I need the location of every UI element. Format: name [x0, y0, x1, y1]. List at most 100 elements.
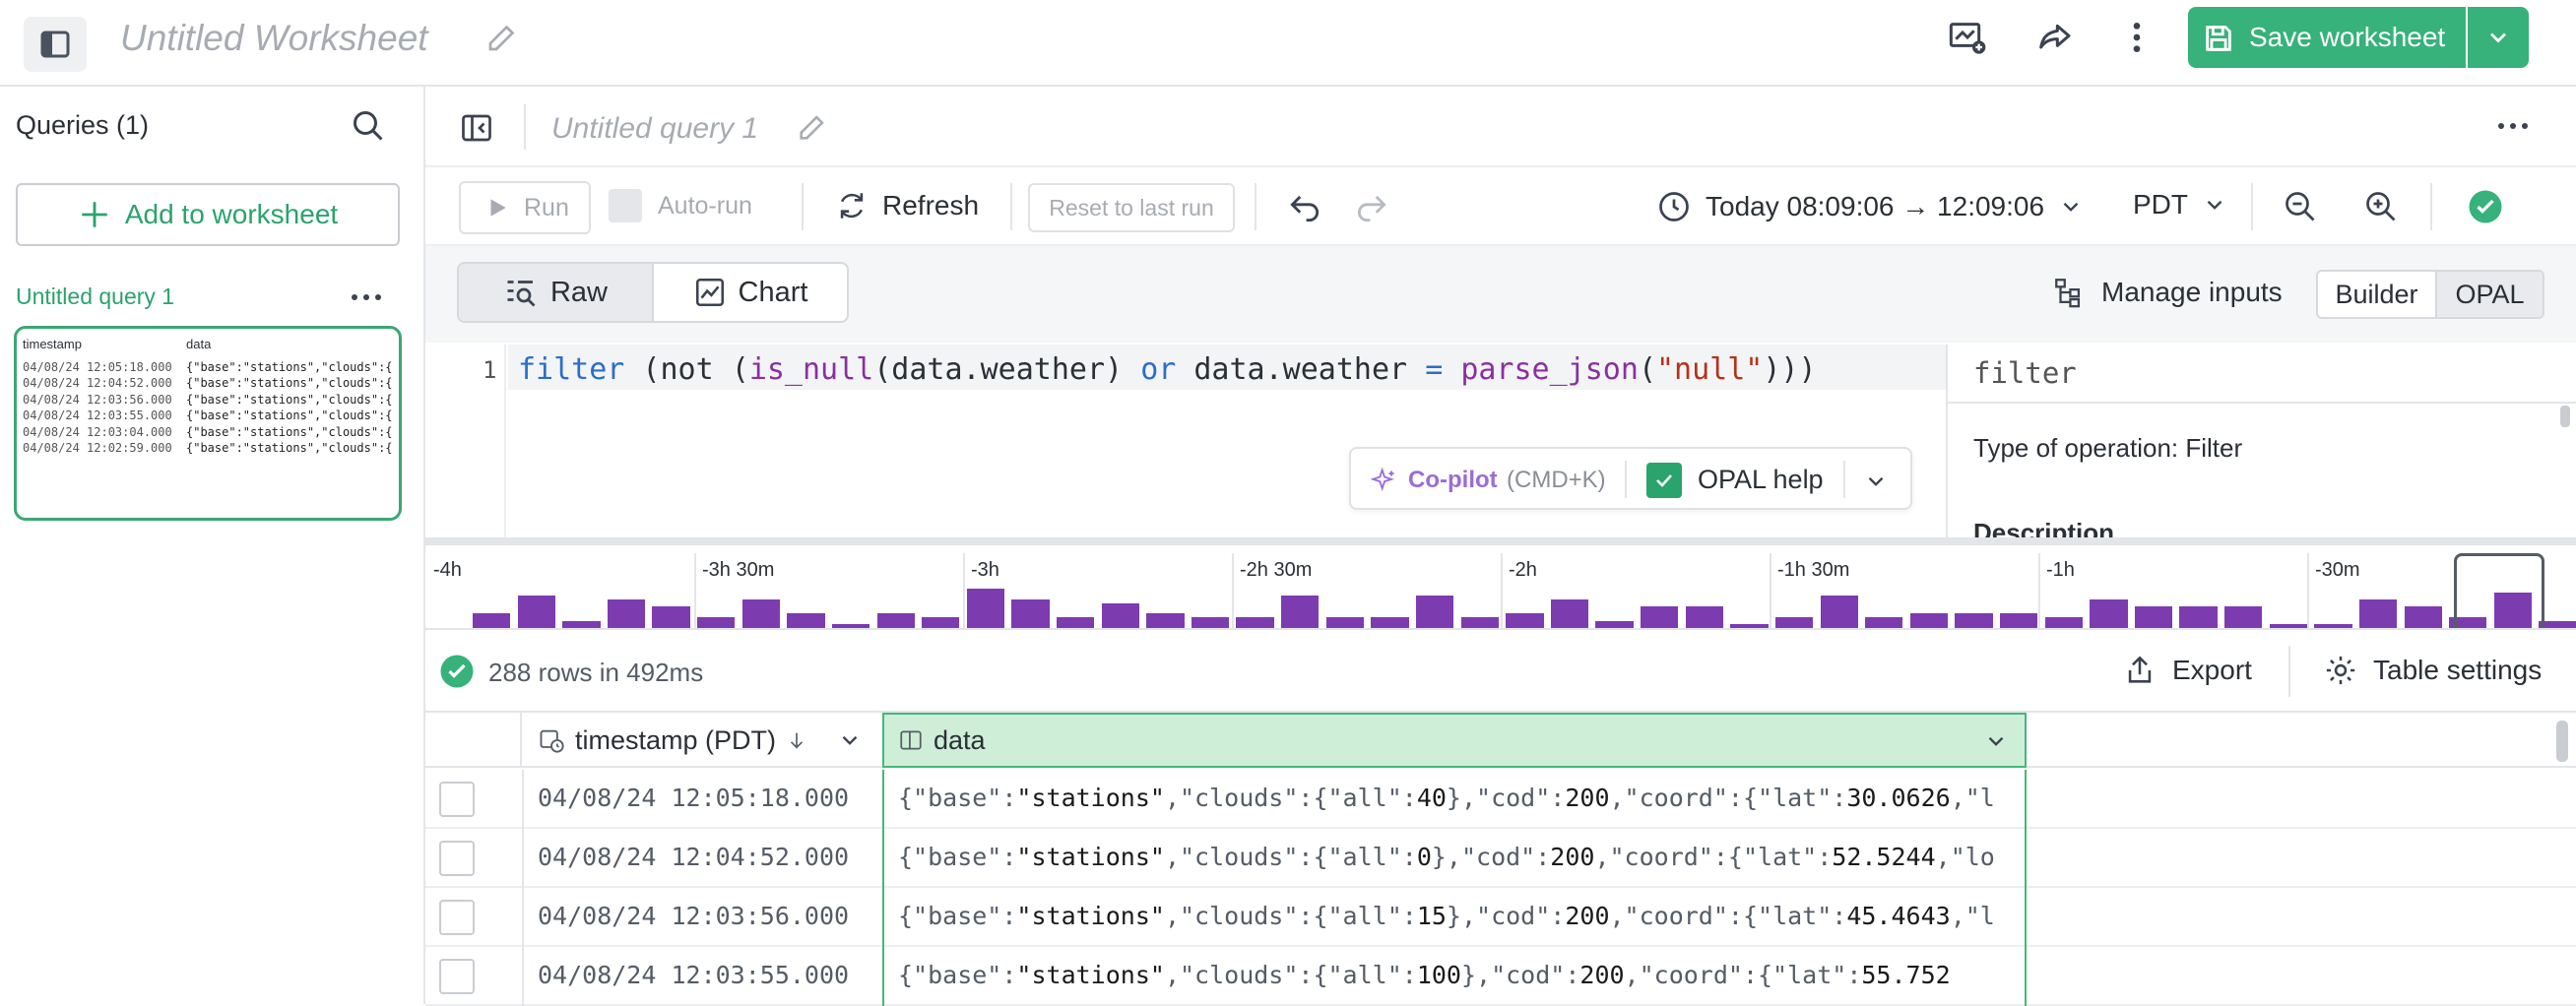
- save-options-button[interactable]: [2468, 7, 2529, 68]
- add-to-worksheet-button[interactable]: Add to worksheet: [16, 183, 400, 246]
- histogram-bar[interactable]: [2269, 624, 2307, 628]
- histogram-bar[interactable]: [1595, 620, 1634, 628]
- histogram-bar[interactable]: [966, 589, 1005, 628]
- table-row[interactable]: 04/08/24 12:04:52.000 {"base":"stations",…: [425, 829, 2576, 888]
- autorun-checkbox[interactable]: Auto-run: [609, 189, 752, 222]
- opal-help-checkbox[interactable]: [1646, 463, 1682, 498]
- table-settings-button[interactable]: Table settings: [2324, 654, 2542, 687]
- histogram-bar[interactable]: [1506, 613, 1544, 628]
- histogram-bar[interactable]: [562, 620, 601, 628]
- histogram-bar[interactable]: [922, 617, 960, 628]
- histogram-bar[interactable]: [1101, 602, 1139, 628]
- histogram-bar[interactable]: [876, 613, 915, 628]
- table-row[interactable]: 04/08/24 12:03:55.000 {"base":"stations",…: [425, 947, 2576, 1006]
- histogram-bar[interactable]: [1146, 613, 1185, 628]
- histogram-bar[interactable]: [1685, 606, 1723, 628]
- histogram-bar[interactable]: [1909, 613, 1949, 628]
- more-menu-icon[interactable]: [2117, 18, 2157, 62]
- histogram-bar[interactable]: [741, 598, 780, 628]
- share-icon[interactable]: [2034, 18, 2074, 62]
- histogram-bar[interactable]: [1550, 598, 1589, 628]
- opal-editor[interactable]: 1 filter (not (is_null(data.weather) or …: [425, 345, 1946, 545]
- query-more-icon[interactable]: [2493, 116, 2533, 141]
- time-range-picker[interactable]: Today 08:09:06 → 12:09:06: [1656, 189, 2084, 224]
- reset-to-last-run-button[interactable]: Reset to last run: [1028, 183, 1235, 232]
- histogram-bar[interactable]: [2179, 606, 2218, 628]
- histogram-bar[interactable]: [473, 613, 511, 628]
- histogram-bar[interactable]: [2134, 606, 2173, 628]
- worksheet-title[interactable]: Untitled Worksheet: [120, 18, 428, 59]
- worksheet-list-icon[interactable]: [24, 17, 87, 72]
- histogram-bar[interactable]: [2314, 624, 2352, 628]
- query-preview-thumbnail[interactable]: timestamp data 04/08/24 12:05:18.000 {"ba…: [14, 326, 402, 521]
- zoom-in-icon[interactable]: [2363, 189, 2399, 229]
- chart-tab[interactable]: Chart: [654, 264, 847, 321]
- table-scrollbar[interactable]: [2556, 721, 2568, 762]
- query-title[interactable]: Untitled query 1: [551, 112, 758, 146]
- data-column-header[interactable]: data: [882, 713, 2027, 768]
- histogram-bar[interactable]: [1281, 596, 1320, 628]
- add-monitor-icon[interactable]: [1948, 18, 1987, 62]
- help-scrollbar[interactable]: [2560, 406, 2570, 427]
- row-checkbox[interactable]: [439, 841, 475, 876]
- histogram-bar[interactable]: [1011, 598, 1050, 628]
- histogram-bar[interactable]: [607, 598, 646, 628]
- histogram-bar[interactable]: [2224, 606, 2263, 628]
- export-button[interactable]: Export: [2123, 654, 2252, 687]
- histogram-bar[interactable]: [1774, 617, 1814, 628]
- row-checkbox[interactable]: [439, 782, 475, 817]
- edit-query-title-icon[interactable]: [796, 110, 829, 149]
- histogram-bar[interactable]: [697, 617, 736, 628]
- histogram-bar[interactable]: [2404, 606, 2442, 628]
- raw-tab[interactable]: Raw: [459, 264, 654, 321]
- timezone-select[interactable]: PDT: [2133, 189, 2227, 220]
- histogram-bar[interactable]: [1865, 617, 1903, 628]
- undo-icon[interactable]: [1286, 189, 1323, 231]
- histogram-bar[interactable]: [1415, 596, 1454, 628]
- histogram-bar[interactable]: [2044, 617, 2083, 628]
- time-brush-handle[interactable]: [2454, 553, 2544, 628]
- row-checkbox[interactable]: [439, 900, 475, 935]
- histogram-bar[interactable]: [1371, 617, 1409, 628]
- copilot-button[interactable]: Co-pilot: [1408, 467, 1498, 494]
- histogram-bar[interactable]: [1057, 617, 1095, 628]
- table-row[interactable]: 04/08/24 12:05:18.000 {"base":"stations",…: [425, 770, 2576, 829]
- histogram-bar[interactable]: [517, 596, 555, 628]
- chevron-down-icon[interactable]: [1863, 469, 1889, 499]
- sort-desc-icon[interactable]: [786, 727, 807, 753]
- histogram-bar[interactable]: [1641, 606, 1679, 628]
- histogram-bar[interactable]: [831, 624, 870, 628]
- histogram-bar[interactable]: [1325, 617, 1365, 628]
- row-checkbox[interactable]: [439, 959, 475, 994]
- data-cell[interactable]: {"base":"stations","clouds":{"all":40},"…: [882, 770, 2027, 829]
- redo-icon[interactable]: [1353, 189, 1390, 231]
- refresh-button[interactable]: Refresh: [835, 189, 979, 222]
- manage-inputs-button[interactable]: Manage inputs: [2052, 276, 2283, 309]
- histogram-bar[interactable]: [1955, 613, 1993, 628]
- builder-tab[interactable]: Builder: [2318, 272, 2437, 317]
- search-icon[interactable]: [351, 108, 386, 149]
- timestamp-column-header[interactable]: timestamp (PDT): [524, 713, 882, 768]
- data-cell[interactable]: {"base":"stations","clouds":{"all":0},"c…: [882, 829, 2027, 888]
- data-cell[interactable]: {"base":"stations","clouds":{"all":15},"…: [882, 888, 2027, 947]
- histogram-bar[interactable]: [1999, 613, 2038, 628]
- table-row[interactable]: 04/08/24 12:03:56.000 {"base":"stations",…: [425, 888, 2576, 947]
- opal-help-label[interactable]: OPAL help: [1698, 465, 1824, 495]
- data-cell[interactable]: {"base":"stations","clouds":{"all":100},…: [882, 947, 2027, 1006]
- query-more-icon[interactable]: [347, 287, 386, 312]
- collapse-panel-icon[interactable]: [459, 110, 494, 151]
- zoom-out-icon[interactable]: [2283, 189, 2318, 229]
- histogram-bar[interactable]: [1820, 596, 1858, 628]
- chevron-down-icon[interactable]: [837, 727, 863, 753]
- histogram-bar[interactable]: [652, 606, 690, 628]
- edit-title-icon[interactable]: [484, 20, 520, 60]
- histogram-bar[interactable]: [2358, 598, 2398, 628]
- histogram-bar[interactable]: [1730, 624, 1769, 628]
- histogram-bar[interactable]: [1191, 617, 1230, 628]
- histogram-bar[interactable]: [1236, 617, 1274, 628]
- histogram-bar[interactable]: [2539, 620, 2576, 628]
- chevron-down-icon[interactable]: [1983, 728, 2009, 754]
- histogram-bar[interactable]: [1460, 617, 1499, 628]
- code-line[interactable]: filter (not (is_null(data.weather) or da…: [518, 352, 1817, 387]
- histogram-bar[interactable]: [787, 613, 825, 628]
